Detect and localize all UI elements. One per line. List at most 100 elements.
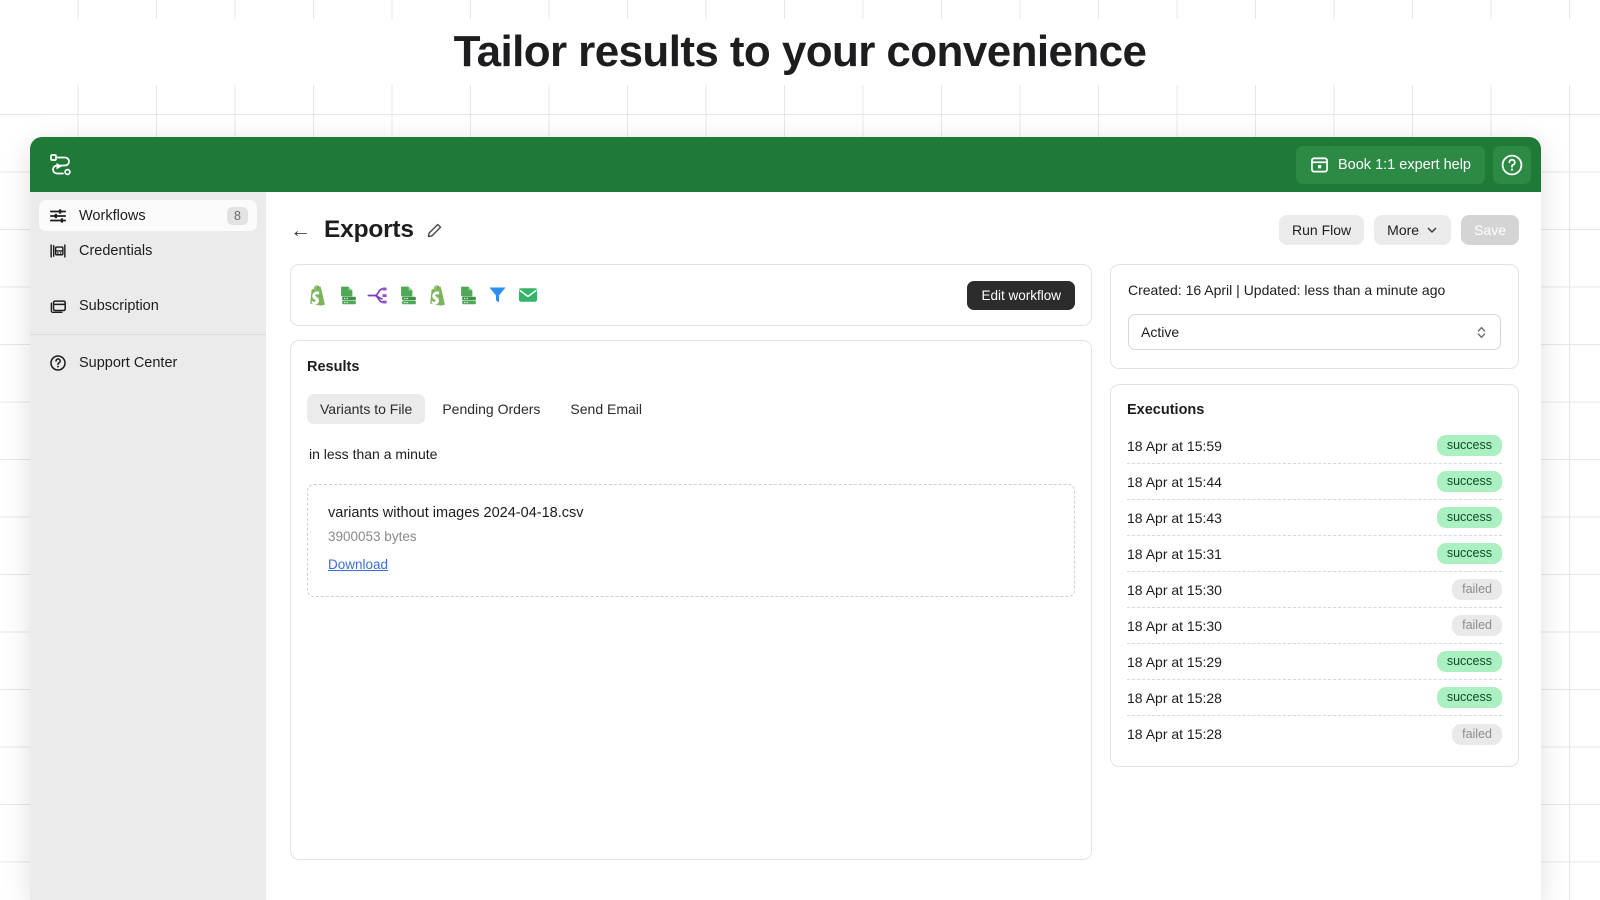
results-tabs: Variants to File Pending Orders Send Ema…: [307, 394, 1075, 424]
email-envelope-icon[interactable]: [517, 284, 538, 306]
execution-time: 18 Apr at 15:30: [1127, 617, 1222, 634]
table-row[interactable]: 18 Apr at 15:30 failed: [1127, 608, 1502, 644]
app-window: Book 1:1 expert help Workflows 8 Credent…: [30, 137, 1541, 900]
page-header: ← Exports Run Flow More Save: [290, 192, 1519, 264]
page-header-actions: Run Flow More Save: [1279, 215, 1519, 245]
top-bar: Book 1:1 expert help: [30, 137, 1541, 192]
results-title: Results: [307, 359, 360, 375]
sliders-icon: [48, 206, 67, 225]
card-stack-icon: [48, 296, 67, 315]
shopify-icon[interactable]: [427, 284, 448, 306]
status-badge: success: [1436, 651, 1502, 672]
sidebar-item-label: Subscription: [79, 297, 159, 314]
book-expert-help-button[interactable]: Book 1:1 expert help: [1295, 145, 1485, 184]
sidebar-item-support-center[interactable]: Support Center: [39, 347, 257, 378]
sidebar-item-label: Support Center: [79, 354, 178, 371]
executions-card: Executions 18 Apr at 15:59 success 18 Ap…: [1110, 384, 1519, 767]
result-file-size: 3900053 bytes: [328, 529, 417, 544]
status-badge: failed: [1452, 615, 1502, 636]
executions-title: Executions: [1127, 402, 1205, 418]
workflow-play-logo[interactable]: [44, 148, 78, 182]
save-button[interactable]: Save: [1461, 215, 1519, 245]
sidebar-group-secondary: Support Center: [30, 347, 266, 378]
status-badge: success: [1436, 471, 1502, 492]
sidebar-item-label: Credentials: [79, 242, 153, 259]
file-server-icon[interactable]: [337, 284, 358, 306]
download-link[interactable]: Download: [328, 557, 388, 572]
question-mark-circle-icon: [1500, 153, 1524, 177]
workflow-status-value: Active: [1141, 324, 1180, 340]
table-row[interactable]: 18 Apr at 15:31 success: [1127, 536, 1502, 572]
question-circle-icon: [48, 353, 67, 372]
execution-time: 18 Apr at 15:28: [1127, 689, 1222, 706]
help-button[interactable]: [1493, 145, 1531, 184]
status-badge: failed: [1452, 723, 1502, 745]
up-down-chevron-icon: [1475, 325, 1488, 340]
table-row[interactable]: 18 Apr at 15:44 success: [1127, 464, 1502, 500]
result-file-name: variants without images 2024-04-18.csv: [328, 505, 584, 521]
sidebar-item-credentials[interactable]: Credentials: [39, 235, 257, 266]
more-label: More: [1387, 222, 1420, 238]
workflow-nodes-card: Edit workflow: [290, 264, 1092, 326]
status-badge: success: [1436, 435, 1502, 456]
right-column: Created: 16 April | Updated: less than a…: [1110, 264, 1519, 767]
pencil-icon[interactable]: [426, 222, 443, 239]
table-row[interactable]: 18 Apr at 15:43 success: [1127, 500, 1502, 536]
tab-pending-orders[interactable]: Pending Orders: [429, 394, 553, 424]
sidebar-divider: [30, 334, 266, 335]
run-flow-button[interactable]: Run Flow: [1279, 215, 1365, 245]
page-title: Exports: [324, 216, 414, 243]
execution-time: 18 Apr at 15:59: [1127, 437, 1222, 454]
workflow-meta-card: Created: 16 April | Updated: less than a…: [1110, 264, 1519, 369]
table-row[interactable]: 18 Apr at 15:30 failed: [1127, 572, 1502, 608]
table-row[interactable]: 18 Apr at 15:28 failed: [1127, 716, 1502, 752]
table-row[interactable]: 18 Apr at 15:29 success: [1127, 644, 1502, 680]
table-row[interactable]: 18 Apr at 15:59 success: [1127, 428, 1502, 464]
file-server-icon[interactable]: [457, 284, 478, 306]
chevron-down-icon: [1426, 224, 1438, 236]
content-columns: Edit workflow Results Variants to File P…: [290, 264, 1519, 860]
top-bar-actions: Book 1:1 expert help: [1295, 145, 1531, 184]
main-content: ← Exports Run Flow More Save Edit workfl…: [266, 192, 1541, 900]
status-badge: success: [1436, 687, 1502, 708]
page-root: Tailor results to your convenience Book …: [0, 0, 1600, 900]
sidebar-item-label: Workflows: [79, 207, 146, 224]
calendar-icon: [1310, 155, 1329, 174]
shopify-icon[interactable]: [307, 284, 328, 306]
run-duration-text: in less than a minute: [309, 446, 438, 462]
execution-time: 18 Apr at 15:43: [1127, 509, 1222, 526]
run-flow-label: Run Flow: [1292, 222, 1352, 238]
app-body: Workflows 8 Credentials Subscription Sup…: [30, 192, 1541, 900]
filter-funnel-icon[interactable]: [487, 284, 508, 306]
workflow-nodes-row: [307, 284, 538, 306]
hero-banner: Tailor results to your convenience: [0, 19, 1600, 85]
workflow-timestamps: Created: 16 April | Updated: less than a…: [1128, 282, 1446, 298]
execution-time: 18 Apr at 15:29: [1127, 653, 1222, 670]
sidebar-item-workflows[interactable]: Workflows 8: [39, 200, 257, 231]
sidebar-item-subscription[interactable]: Subscription: [39, 290, 257, 321]
more-button[interactable]: More: [1374, 215, 1452, 245]
split-branch-icon[interactable]: [367, 284, 388, 306]
edit-workflow-button[interactable]: Edit workflow: [967, 280, 1075, 310]
result-file-box: variants without images 2024-04-18.csv 3…: [307, 484, 1075, 597]
execution-time: 18 Apr at 15:44: [1127, 473, 1222, 490]
execution-time: 18 Apr at 15:28: [1127, 726, 1222, 742]
tab-variants-to-file[interactable]: Variants to File: [307, 394, 426, 424]
execution-time: 18 Apr at 15:30: [1127, 581, 1222, 598]
tab-send-email[interactable]: Send Email: [557, 394, 655, 424]
results-card: Results Variants to File Pending Orders …: [290, 340, 1092, 860]
sidebar: Workflows 8 Credentials Subscription Sup…: [30, 192, 266, 900]
workflows-count-badge: 8: [227, 206, 248, 225]
arrow-left-icon[interactable]: ←: [290, 220, 311, 241]
file-server-icon[interactable]: [397, 284, 418, 306]
status-badge: failed: [1452, 579, 1502, 600]
save-label: Save: [1474, 222, 1506, 238]
execution-time: 18 Apr at 15:31: [1127, 545, 1222, 562]
workflow-status-select[interactable]: Active: [1128, 314, 1501, 350]
book-expert-help-label: Book 1:1 expert help: [1337, 156, 1471, 173]
sidebar-group-primary: Workflows 8 Credentials Subscription: [30, 200, 266, 321]
status-badge: success: [1436, 507, 1502, 528]
hero-title: Tailor results to your convenience: [453, 27, 1147, 76]
table-row[interactable]: 18 Apr at 15:28 success: [1127, 680, 1502, 716]
